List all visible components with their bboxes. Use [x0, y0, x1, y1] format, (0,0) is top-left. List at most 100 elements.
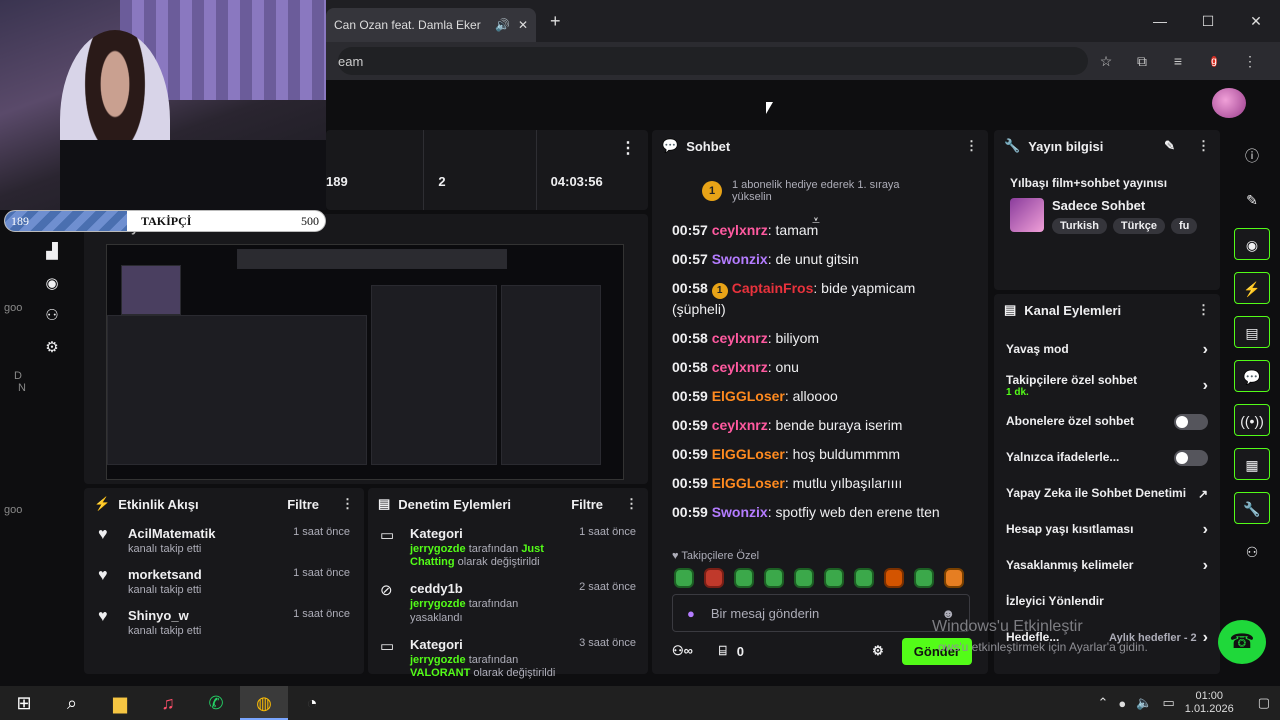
- media-icon[interactable]: ≡: [1160, 53, 1196, 69]
- network-icon[interactable]: ▭: [1162, 695, 1174, 711]
- clock[interactable]: 01:00 1.01.2026: [1185, 690, 1234, 716]
- wrench-icon[interactable]: 🔧: [1234, 492, 1270, 524]
- stream-category[interactable]: Sadece Sohbet: [1052, 198, 1145, 213]
- list-item[interactable]: ⊘ ceddy1b jerrygozde tarafından yasaklan…: [368, 575, 648, 630]
- music-icon[interactable]: ♫: [144, 686, 192, 720]
- chat-menu-icon[interactable]: ⋮: [965, 138, 978, 154]
- chat-message[interactable]: 00:58 ceylxnrz: biliyom: [672, 328, 972, 348]
- chat-message[interactable]: 00:58 1 CaptainFros: bide yapmicam (şüphe…: [672, 278, 972, 319]
- community-icon[interactable]: ⚇: [1234, 536, 1270, 568]
- windows-start-icon[interactable]: ⊞: [0, 686, 48, 720]
- viewers-icon[interactable]: ⚇∞: [672, 643, 693, 659]
- emote-icon[interactable]: [944, 568, 964, 588]
- search-icon[interactable]: ⌕: [48, 686, 96, 720]
- tag[interactable]: fu: [1171, 218, 1198, 234]
- camera-icon[interactable]: ◉: [1234, 228, 1270, 260]
- maximize-icon[interactable]: ☐: [1184, 13, 1232, 30]
- emote-icon[interactable]: [764, 568, 784, 588]
- emote-icon[interactable]: [674, 568, 694, 588]
- emote-icon[interactable]: [734, 568, 754, 588]
- chat-username[interactable]: ElGGLoser: [712, 446, 785, 462]
- notes-icon[interactable]: ▤: [1234, 316, 1270, 348]
- modlog-menu-icon[interactable]: ⋮: [625, 496, 638, 512]
- chat-message[interactable]: 00:58 ceylxnrz: onu: [672, 357, 972, 377]
- chat-message[interactable]: 00:57 Swonzix: de unut gitsin: [672, 249, 972, 269]
- banned-words-item[interactable]: Yasaklanmış kelimeler ›: [994, 548, 1220, 584]
- chat-message[interactable]: 00:59 ceylxnrz: bende buraya iserim: [672, 415, 972, 435]
- emote-icon[interactable]: [854, 568, 874, 588]
- chat-username[interactable]: Swonzix: [712, 504, 768, 520]
- microphone-icon[interactable]: ●: [1118, 696, 1126, 711]
- tag[interactable]: Turkish: [1052, 218, 1107, 234]
- chat-username[interactable]: ceylxnrz: [712, 359, 768, 375]
- support-fab-button[interactable]: ☎: [1218, 620, 1266, 664]
- gift-leaderboard-banner[interactable]: 1 1 abonelik hediye ederek 1. sıraya yük…: [662, 166, 978, 216]
- pen-icon[interactable]: ✎: [1234, 184, 1270, 216]
- list-item[interactable]: ▭ Kategori jerrygozde tarafından VALORAN…: [368, 631, 648, 686]
- chat-username[interactable]: CaptainFros: [732, 280, 814, 296]
- chat-settings-icon[interactable]: ⚙: [872, 643, 884, 659]
- notification-icon[interactable]: ▢: [1258, 695, 1270, 711]
- stream-info-menu-icon[interactable]: ⋮: [1197, 138, 1210, 154]
- edit-icon[interactable]: ✎: [1164, 138, 1175, 154]
- user-avatar[interactable]: [1212, 88, 1246, 118]
- ai-moderation-item[interactable]: Yapay Zeka ile Sohbet Denetimi ↗: [994, 476, 1220, 512]
- emote-icon[interactable]: [914, 568, 934, 588]
- emote-icon[interactable]: [884, 568, 904, 588]
- channel-actions-menu-icon[interactable]: ⋮: [1197, 302, 1210, 318]
- list-item[interactable]: ▭ Kategori jerrygozde tarafından Just Ch…: [368, 520, 648, 575]
- broadcast-icon[interactable]: ((•)): [1234, 404, 1270, 436]
- modlog-filter-button[interactable]: Filtre: [571, 497, 603, 512]
- chat-icon[interactable]: 💬: [1234, 360, 1270, 392]
- bolt-icon[interactable]: ⚡: [1234, 272, 1270, 304]
- chat-input[interactable]: ● Bir mesaj gönderin ☻: [672, 594, 970, 632]
- emote-icon[interactable]: [704, 568, 724, 588]
- sub-only-toggle[interactable]: [1174, 414, 1208, 430]
- settings-icon[interactable]: ⚙: [40, 338, 64, 356]
- whatsapp-icon[interactable]: ✆: [192, 686, 240, 720]
- account-age-item[interactable]: Hesap yaşı kısıtlaması ›: [994, 512, 1220, 548]
- microphone-icon[interactable]: ●: [687, 606, 695, 621]
- chat-username[interactable]: Swonzix: [712, 251, 768, 267]
- chat-username[interactable]: ceylxnrz: [712, 222, 768, 238]
- chat-message[interactable]: 00:59 ElGGLoser: alloooo: [672, 386, 972, 406]
- host-item[interactable]: İzleyici Yönlendir: [994, 584, 1220, 620]
- dashboard-icon[interactable]: ▟: [40, 242, 64, 260]
- obs-icon[interactable]: ◔: [288, 686, 336, 720]
- emote-icon[interactable]: [794, 568, 814, 588]
- follower-only-item[interactable]: Takipçilere özel sohbet 1 dk. ›: [994, 368, 1220, 404]
- activity-menu-icon[interactable]: ⋮: [341, 496, 354, 512]
- stats-menu-icon[interactable]: ⋮: [620, 138, 636, 158]
- browser-menu-icon[interactable]: ⋮: [1232, 53, 1268, 70]
- gift-icon[interactable]: ⌸: [719, 643, 727, 659]
- chat-message[interactable]: 00:59 ElGGLoser: mutlu yılbaşılarıııı: [672, 473, 972, 493]
- speaker-icon[interactable]: 🔊: [495, 18, 510, 32]
- new-tab-button[interactable]: +: [550, 11, 561, 32]
- address-bar[interactable]: eam: [338, 47, 1088, 75]
- activity-filter-button[interactable]: Filtre: [287, 497, 319, 512]
- emote-only-toggle[interactable]: [1174, 450, 1208, 466]
- chat-username[interactable]: ElGGLoser: [712, 475, 785, 491]
- slow-mode-item[interactable]: Yavaş mod ›: [994, 332, 1220, 368]
- layout-icon[interactable]: ▦: [1234, 448, 1270, 480]
- tag[interactable]: Türkçe: [1112, 218, 1165, 234]
- extensions-icon[interactable]: ⧉: [1124, 53, 1160, 70]
- folder-icon[interactable]: ▆: [96, 686, 144, 720]
- minimize-icon[interactable]: —: [1136, 13, 1184, 29]
- close-window-icon[interactable]: ✕: [1232, 13, 1280, 30]
- chat-username[interactable]: ElGGLoser: [712, 388, 785, 404]
- chat-message[interactable]: 00:59 ElGGLoser: hoş buldummmm: [672, 444, 972, 464]
- star-icon[interactable]: ☆: [1088, 53, 1124, 70]
- list-item[interactable]: ♥ AcilMatematik kanalı takip etti 1 saat …: [84, 520, 364, 561]
- preview-video[interactable]: [106, 244, 624, 480]
- chat-username[interactable]: ceylxnrz: [712, 417, 768, 433]
- chevron-up-icon[interactable]: ⌃: [1098, 695, 1109, 711]
- chat-username[interactable]: ceylxnrz: [712, 330, 768, 346]
- community-icon[interactable]: ⚇: [40, 306, 64, 324]
- volume-icon[interactable]: 🔈: [1136, 695, 1152, 711]
- close-tab-icon[interactable]: ✕: [518, 18, 528, 32]
- profile-avatar[interactable]: g: [1211, 56, 1217, 67]
- info-icon[interactable]: ⓘ: [1234, 140, 1270, 172]
- chat-message[interactable]: 00:59 Swonzix: spotfiy web den erene tte…: [672, 502, 972, 522]
- chrome-icon[interactable]: ◍: [240, 686, 288, 720]
